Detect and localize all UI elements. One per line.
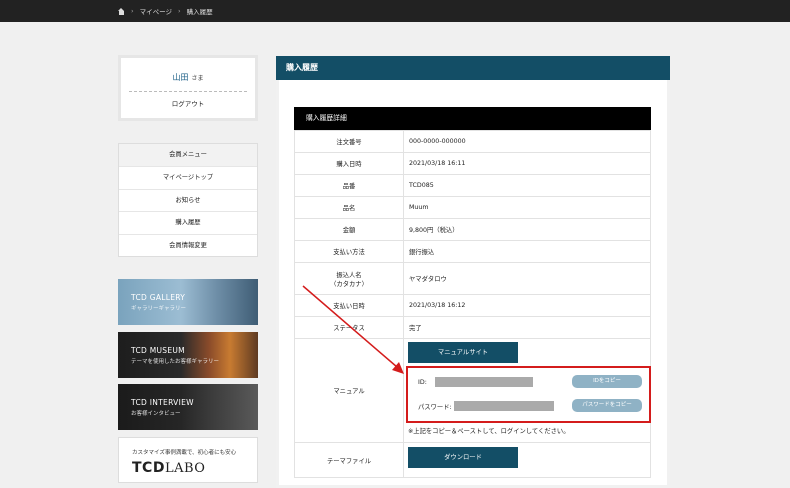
annotation-arrow (302, 285, 404, 374)
arrow-line (302, 285, 398, 368)
